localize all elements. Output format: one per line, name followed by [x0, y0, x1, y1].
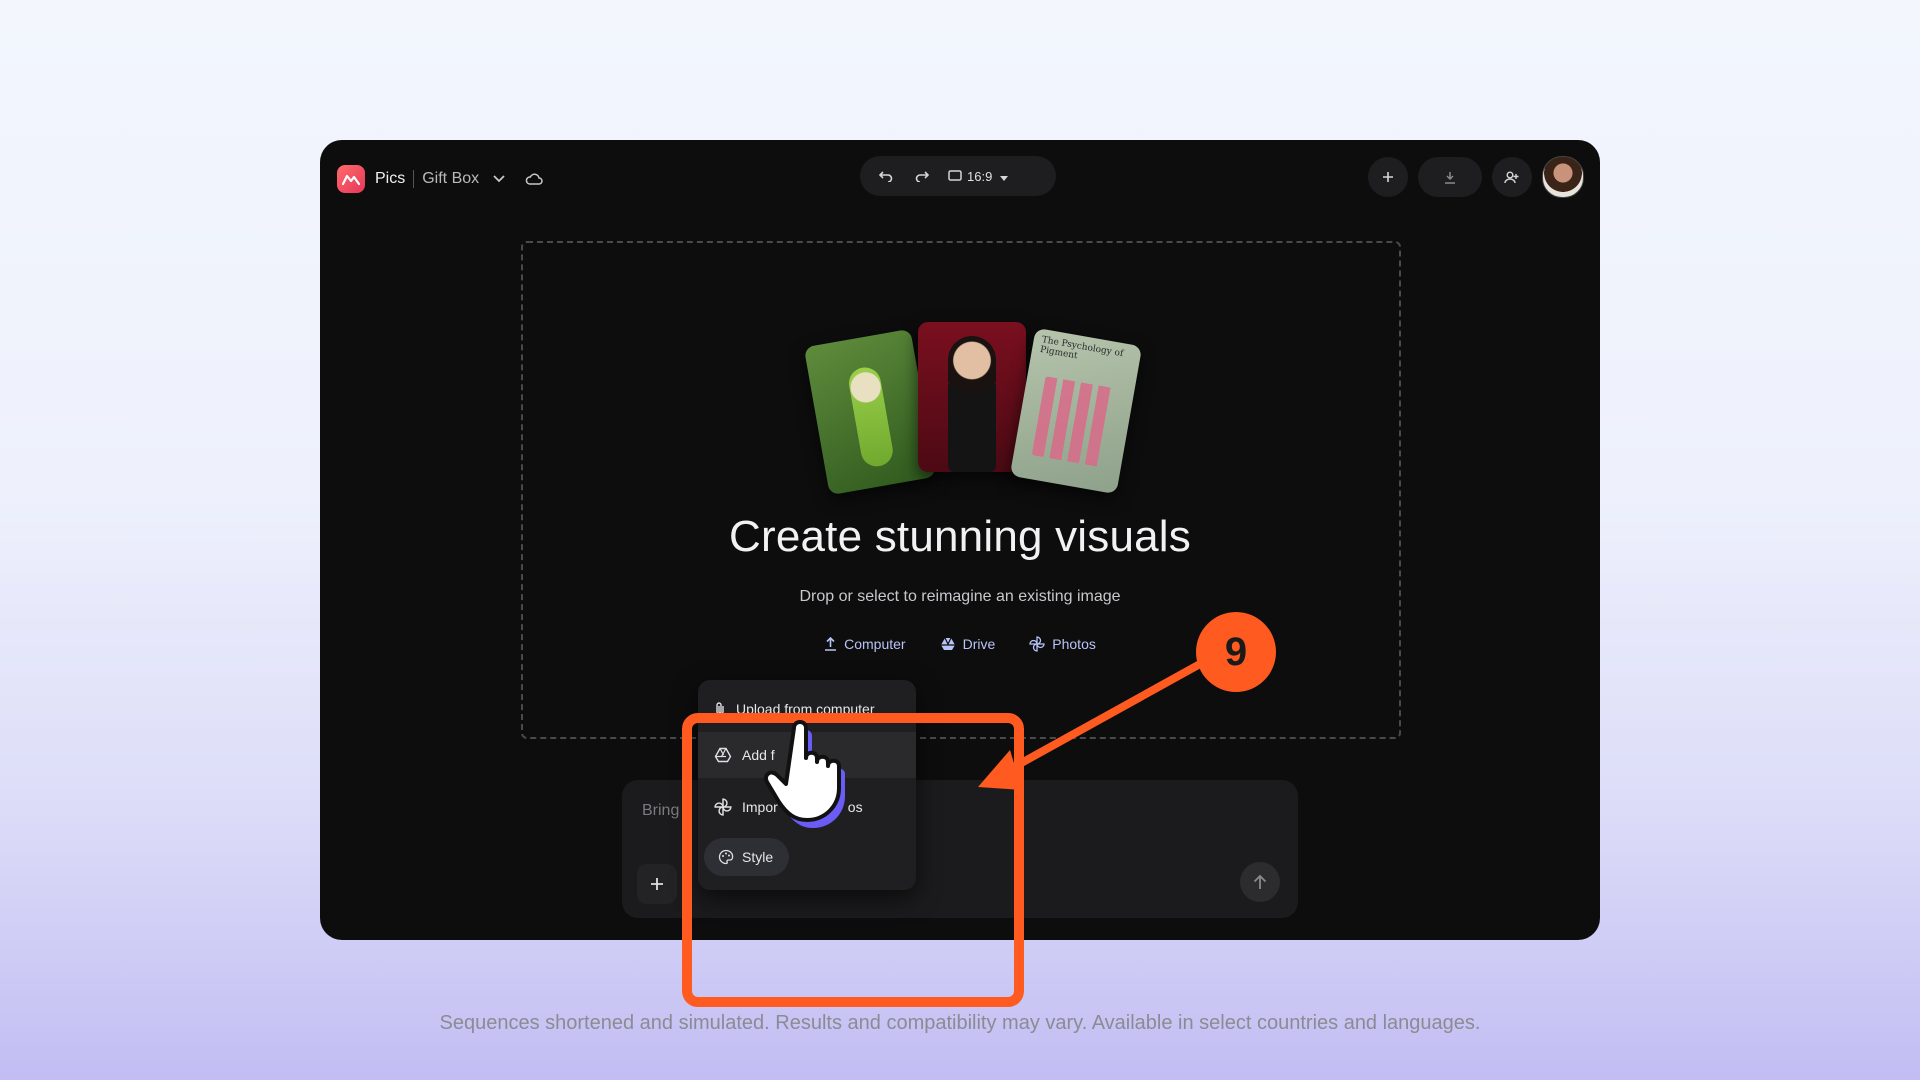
- disclaimer-text: Sequences shortened and simulated. Resul…: [439, 1012, 1481, 1034]
- step-badge: 9: [1196, 612, 1276, 692]
- annotation-arrow: [978, 660, 1204, 790]
- hand-cursor-icon: [764, 720, 845, 828]
